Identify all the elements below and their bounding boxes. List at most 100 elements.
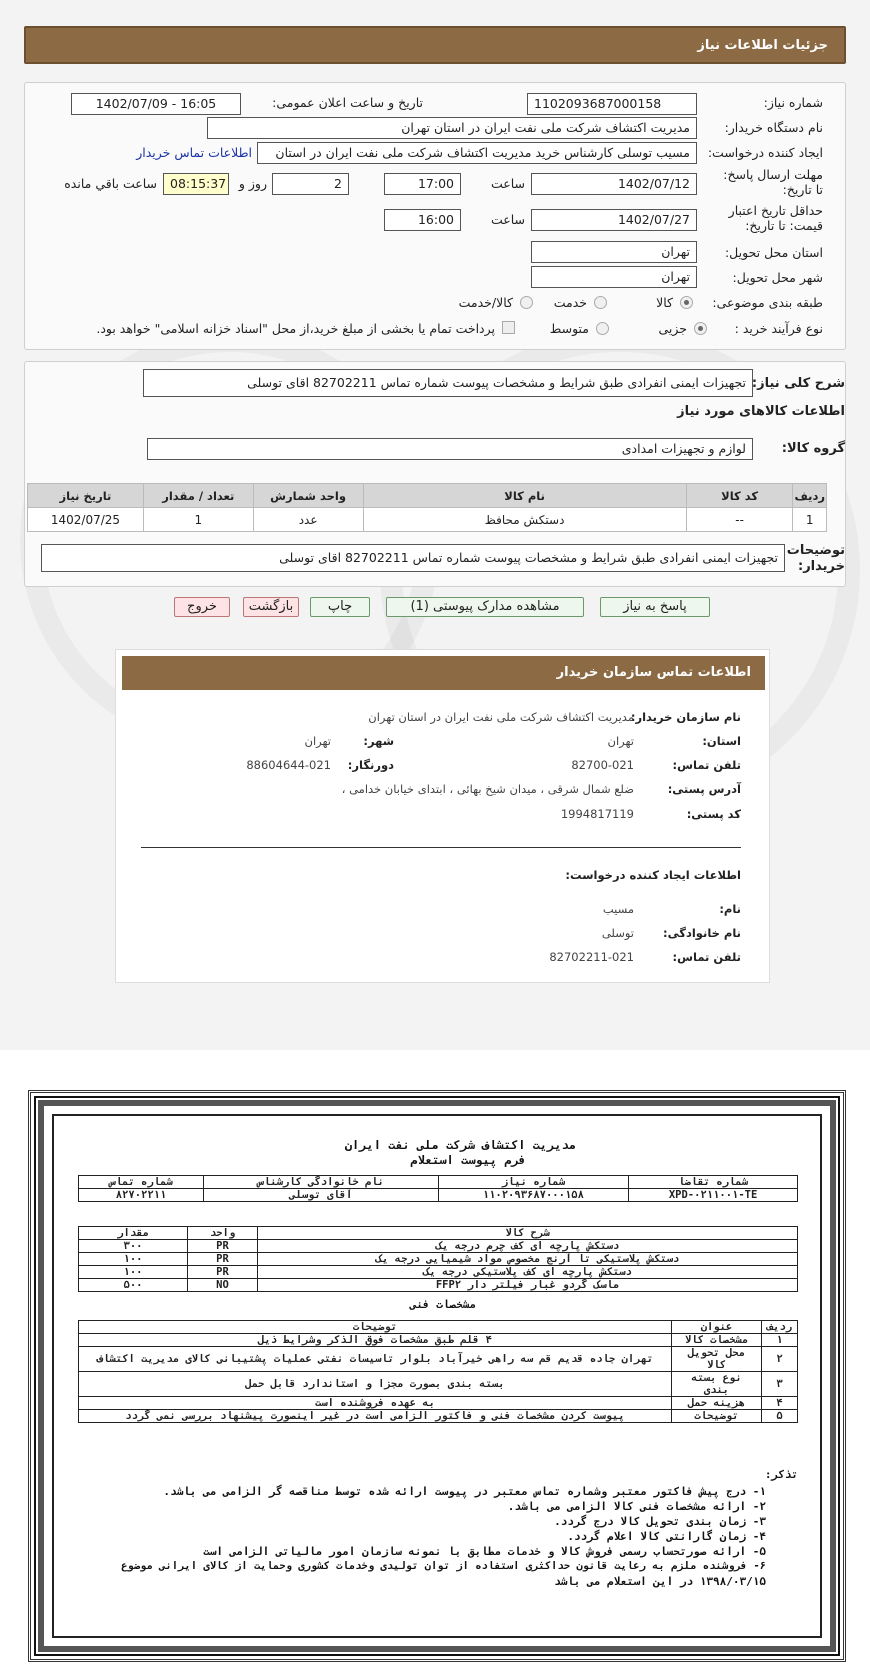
row-index-cell: 1 bbox=[792, 507, 827, 532]
name-value: مسیب bbox=[602, 902, 634, 916]
goods-info-title: اطلاعات کالاهای مورد نیاز bbox=[677, 404, 845, 419]
category-goods-radio[interactable] bbox=[680, 296, 693, 309]
scan-cell: ۱ bbox=[761, 1333, 798, 1347]
address-value: ضلع شمال شرقی ، میدان شیخ بهائی ، ابتدای… bbox=[341, 782, 634, 796]
scan-cell: ماسک گردو غبار فیلتر دار FFP۲ bbox=[257, 1278, 798, 1292]
buyer-contact-card: اطلاعات تماس سازمان خریدار نام سازمان خر… bbox=[115, 649, 770, 983]
deadline-time-field: 17:00 bbox=[384, 173, 461, 195]
column-header: ردیف bbox=[792, 483, 827, 508]
view-documents-button[interactable]: مشاهده مدارک پیوستی (1) bbox=[386, 597, 584, 617]
scan-cell: شرح کالا bbox=[257, 1226, 798, 1240]
table-row: ۴ هزینه حمل به عهده فروشنده است bbox=[78, 1396, 798, 1410]
phone-value: 82700-021 bbox=[571, 758, 634, 772]
requester-title: اطلاعات ایجاد کننده درخواست: bbox=[565, 868, 741, 882]
scan-cell: مشخصات کالا bbox=[671, 1333, 762, 1347]
summary-field: تجهیزات ایمنی انفرادی طبق شرایط و مشخصات… bbox=[143, 369, 753, 397]
item-code-cell: -- bbox=[685, 507, 794, 532]
need-date-cell: 1402/07/25 bbox=[27, 507, 144, 532]
goods-table: ردیف کد کالا نام کالا واحد شمارش تعداد /… bbox=[27, 483, 827, 532]
city-label: شهر محل تحویل: bbox=[732, 270, 823, 285]
buyer-contact-link[interactable]: اطلاعات تماس خریدار bbox=[136, 145, 252, 160]
family-key: نام خانوادگی: bbox=[663, 926, 741, 940]
scan-cell: پیوست کردن مشخصات فنی و فاکتور الزامی اس… bbox=[78, 1409, 672, 1423]
days-field: 2 bbox=[272, 173, 349, 195]
table-row: شرح کالا واحد مقدار bbox=[78, 1226, 798, 1240]
page-title: جزئیات اطلاعات نیاز bbox=[697, 38, 828, 53]
scan-cell: دستکش پارچه ای کف چرم درجه یک bbox=[257, 1239, 798, 1253]
scan-cell: ۱۰۰ bbox=[78, 1265, 188, 1279]
divider bbox=[141, 847, 741, 848]
postal-value: 1994817119 bbox=[560, 807, 634, 821]
city-value: تهران bbox=[304, 734, 332, 748]
scan-cell: عنوان bbox=[671, 1320, 762, 1334]
scan-cell: آقای توسلی bbox=[203, 1188, 439, 1202]
fax-value: 88604644-021 bbox=[246, 758, 331, 772]
process-minor-radio[interactable] bbox=[694, 322, 707, 335]
scan-cell: ۴ قلم طبق مشخصات فوق الذکر وشرایط ذیل bbox=[78, 1333, 672, 1347]
deadline-date-field: 1402/07/12 bbox=[531, 173, 697, 195]
scan-cell: تهران جاده قدیم قم سه راهی خیرآباد بلوار… bbox=[78, 1346, 672, 1372]
creator-field: مسیب توسلی کارشناس خرید مدیریت اکتشاف شر… bbox=[257, 142, 697, 164]
scan-cell: به عهده فروشنده است bbox=[78, 1396, 672, 1410]
reply-button[interactable]: پاسخ به نیاز bbox=[600, 597, 710, 617]
process-medium-label: متوسط bbox=[549, 321, 589, 336]
scan-cell: ردیف bbox=[761, 1320, 798, 1334]
requester-phone-value: 82702211-021 bbox=[549, 950, 634, 964]
scan-cell: ۱۰۰ bbox=[78, 1252, 188, 1266]
goods-group-label: گروه کالا: bbox=[781, 441, 845, 456]
column-header: تعداد / مقدار bbox=[142, 483, 254, 508]
exit-button[interactable]: خروج bbox=[174, 597, 230, 617]
scan-cell: ۸۲۷۰۲۲۱۱ bbox=[77, 1188, 205, 1202]
table-row: دستکش پلاستیکی تا آرنج مخصوص مواد شیمیای… bbox=[78, 1252, 798, 1266]
print-button[interactable]: چاپ bbox=[310, 597, 370, 617]
table-row: شماره تقاضا شماره نیاز نام خانوادگی کارش… bbox=[77, 1175, 798, 1189]
quantity-cell: 1 bbox=[142, 507, 254, 532]
buyer-org-field: مدیریت اکتشاف شرکت ملی نفت ایران در استا… bbox=[207, 117, 697, 139]
scan-cell: بسته بندی بصورت مجزا و استاندارد قابل حم… bbox=[78, 1371, 672, 1397]
table-row: ۵ توضیحات پیوست کردن مشخصات فنی و فاکتور ا… bbox=[78, 1409, 798, 1423]
remaining-label: ساعت باقي مانده bbox=[64, 176, 157, 191]
days-label: روز و bbox=[238, 176, 267, 191]
validity-time-field: 16:00 bbox=[384, 209, 461, 231]
process-medium-radio[interactable] bbox=[596, 322, 609, 335]
scan-cell: نام خانوادگی کارشناس bbox=[203, 1175, 439, 1189]
scan-cell: PR bbox=[187, 1265, 258, 1279]
scan-cell: ۳ bbox=[761, 1371, 798, 1397]
family-value: توسلی bbox=[601, 926, 634, 940]
requester-phone-key: تلفن تماس: bbox=[672, 950, 741, 964]
deadline-label: مهلت ارسال پاسخ: تا تاریخ: bbox=[723, 167, 823, 197]
city-field: تهران bbox=[531, 266, 697, 288]
org-name-label: نام سازمان خریدار: bbox=[630, 710, 741, 724]
scan-cell: ۳۰۰ bbox=[78, 1239, 188, 1253]
scan-cell: PR bbox=[187, 1252, 258, 1266]
phone-key: تلفن تماس: bbox=[672, 758, 741, 772]
scan-cell: دستکش پلاستیکی تا آرنج مخصوص مواد شیمیای… bbox=[257, 1252, 798, 1266]
back-button[interactable]: بازگشت bbox=[243, 597, 299, 617]
table-row: ردیف عنوان توضیحات bbox=[78, 1320, 798, 1334]
scan-goods-table: شرح کالا واحد مقدار دستکش پارچه ای کف چر… bbox=[78, 1226, 798, 1292]
table-row: ۱ مشخصات کالا ۴ قلم طبق مشخصات فوق الذکر و… bbox=[78, 1333, 798, 1347]
province-value: تهران bbox=[607, 734, 635, 748]
treasury-payment-checkbox[interactable] bbox=[502, 321, 515, 334]
scan-cell: XPD-۰۲۱۱۰۰۱-TE bbox=[628, 1188, 798, 1202]
need-details-panel: شماره نیاز: 1102093687000158 تاریخ و ساع… bbox=[24, 82, 846, 350]
scan-note: ۳- زمان بندی تحویل کالا درج گردد. bbox=[554, 1515, 766, 1528]
city-key: شهر: bbox=[363, 734, 394, 748]
remaining-time-field: 08:15:37 bbox=[163, 173, 229, 195]
contact-card-header: اطلاعات تماس سازمان خریدار bbox=[122, 656, 765, 690]
buyer-notes-field: تجهیزات ایمنی انفرادی طبق شرایط و مشخصات… bbox=[41, 544, 785, 572]
scan-cell: توضیحات bbox=[78, 1320, 672, 1334]
announce-date-field: 1402/07/09 - 16:05 bbox=[71, 93, 241, 115]
scan-notes-title: تذکر: bbox=[764, 1468, 798, 1481]
attachment-scan: مدیریت اکتشاف شرکت ملی نفت ایران فرم پیو… bbox=[28, 1090, 846, 1662]
category-service-label: خدمت bbox=[553, 295, 587, 310]
need-number-field: 1102093687000158 bbox=[527, 93, 697, 115]
category-both-radio[interactable] bbox=[520, 296, 533, 309]
scan-note: ۱۳۹۸/۰۳/۱۵ در این استعلام می باشد bbox=[554, 1575, 766, 1588]
scan-note: ۲- ارائه مشخصات فنی کالا الزامی می باشد. bbox=[507, 1500, 766, 1513]
validity-date-field: 1402/07/27 bbox=[531, 209, 697, 231]
process-label: نوع فرآیند خرید : bbox=[734, 321, 823, 336]
scan-cell: ۵۰۰ bbox=[78, 1278, 188, 1292]
category-service-radio[interactable] bbox=[594, 296, 607, 309]
scan-cell: NO bbox=[187, 1278, 258, 1292]
